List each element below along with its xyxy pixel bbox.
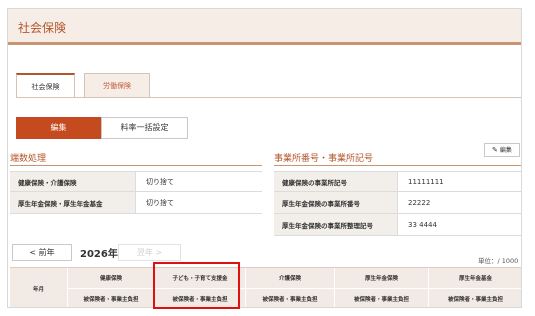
office-edit-label: 編集: [499, 147, 512, 154]
rounding-row-label: 厚生年金保険・厚生年金基金: [10, 192, 135, 213]
office-section-divider: [274, 165, 521, 166]
office-edit-button[interactable]: ✎ 編集: [484, 143, 520, 157]
office-section-title: 事業所番号・事業所記号: [274, 154, 374, 164]
column-group-header: 健康保険: [68, 268, 155, 289]
title-bar: 社会保険: [8, 9, 521, 45]
column-group-header: 厚生年金基金: [429, 268, 521, 289]
current-year: 2026年: [80, 249, 118, 260]
bulk-rate-setting-button[interactable]: 料率一括設定: [101, 117, 188, 139]
rate-table-header: 年月 健康保険 被保険者・事業主負担 子ども・子育て支援金 被保険者・事業主負担…: [10, 267, 521, 307]
rounding-row-value: 切り捨て: [135, 192, 262, 213]
office-row-value: 11111111: [397, 172, 521, 191]
rounding-table: 健康保険・介護保険 切り捨て 厚生年金保険・厚生年金基金 切り捨て: [10, 171, 262, 214]
edit-button[interactable]: 編集: [16, 117, 101, 139]
rounding-row-label: 健康保険・介護保険: [10, 172, 135, 191]
office-row-label: 健康保険の事業所記号: [274, 172, 397, 191]
page-title: 社会保険: [18, 21, 67, 35]
column-sub-header: 被保険者・事業主負担: [68, 289, 155, 307]
tab-divider: [16, 97, 521, 98]
column-sub-header: 被保険者・事業主負担: [246, 289, 335, 307]
rounding-section-divider: [10, 165, 262, 166]
column-group-header: 介護保険: [246, 268, 335, 289]
office-row-label: 厚生年金保険の事業所整理記号: [274, 214, 397, 235]
rounding-row: 厚生年金保険・厚生年金基金 切り捨て: [10, 192, 262, 214]
rounding-row-value: 切り捨て: [135, 172, 262, 191]
office-row: 厚生年金保険の事業所整理記号 33 4444: [274, 214, 521, 236]
column-group-header: 厚生年金保険: [335, 268, 429, 289]
settings-panel: 社会保険 社会保険 労働保険 編集 料率一括設定 端数処理 健康保険・介護保険 …: [7, 8, 522, 308]
rounding-row: 健康保険・介護保険 切り捨て: [10, 172, 262, 192]
highlight-box: [153, 262, 240, 309]
tab-labor-insurance[interactable]: 労働保険: [84, 73, 150, 98]
column-sub-header: 被保険者・事業主負担: [429, 289, 521, 307]
previous-year-button[interactable]: < 前年: [12, 244, 72, 261]
column-sub-header: 被保険者・事業主負担: [335, 289, 429, 307]
office-row-value: 22222: [397, 192, 521, 213]
pencil-icon: ✎: [492, 146, 498, 154]
next-year-button[interactable]: 翌年 >: [118, 244, 181, 261]
tab-social-insurance[interactable]: 社会保険: [16, 73, 75, 98]
office-row-label: 厚生年金保険の事業所番号: [274, 192, 397, 213]
row-header-month: 年月: [10, 268, 68, 307]
office-row-value: 33 4444: [397, 214, 521, 235]
unit-label: 単位：/ 1000: [478, 257, 519, 265]
office-row: 厚生年金保険の事業所番号 22222: [274, 192, 521, 214]
office-row: 健康保険の事業所記号 11111111: [274, 172, 521, 192]
office-table: 健康保険の事業所記号 11111111 厚生年金保険の事業所番号 22222 厚…: [274, 171, 521, 236]
rounding-section-title: 端数処理: [10, 154, 47, 164]
